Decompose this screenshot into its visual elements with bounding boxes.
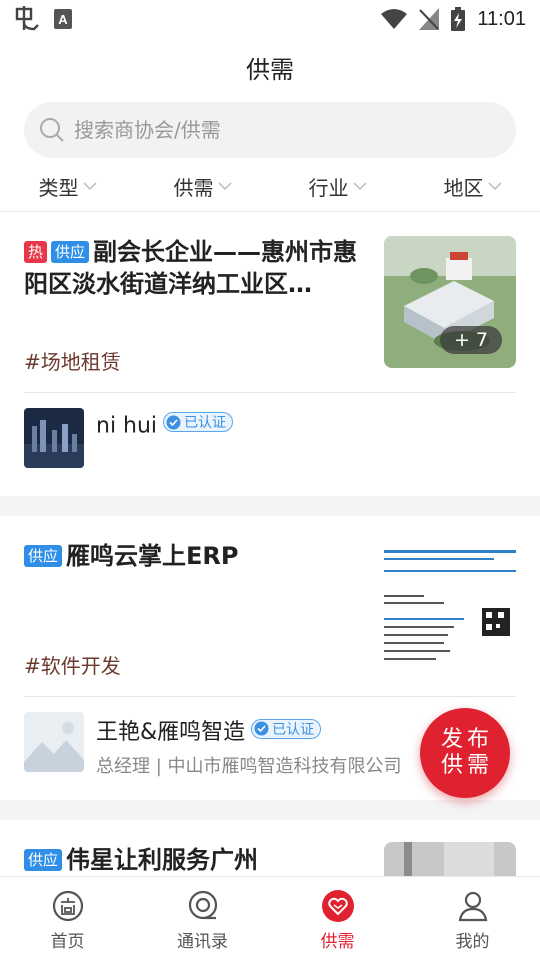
post-title[interactable]: 热供应 副会长企业——惠州市惠阳区淡水街道洋纳工业区… bbox=[24, 236, 364, 300]
business-card-image bbox=[384, 540, 516, 672]
search-icon bbox=[40, 118, 64, 142]
svg-text:A: A bbox=[58, 12, 68, 27]
post-title-text: 雁鸣云掌上ERP bbox=[66, 542, 239, 570]
filter-supply-demand-label: 供需 bbox=[173, 175, 214, 200]
filter-region-label: 地区 bbox=[443, 175, 484, 200]
post-title[interactable]: 供应 伟星让利服务广州 bbox=[24, 844, 364, 876]
card-gap bbox=[0, 496, 540, 516]
building-image bbox=[384, 842, 516, 876]
status-time: 11:01 bbox=[477, 7, 526, 30]
author-subtitle: 总经理 | 中山市雁鸣智造科技有限公司 bbox=[96, 756, 402, 777]
bottom-nav: 首页 通讯录 供需 我的 bbox=[0, 876, 540, 960]
check-badge-icon bbox=[254, 721, 269, 736]
card-gap bbox=[0, 800, 540, 820]
filter-supply-demand[interactable]: 供需 bbox=[135, 168, 270, 204]
nav-contacts-label: 通讯录 bbox=[177, 932, 228, 952]
post-title-text: 伟星让利服务广州 bbox=[66, 846, 259, 874]
image-count-badge: + 7 bbox=[439, 326, 502, 354]
author-name-text: ni hui bbox=[96, 413, 158, 439]
wifi-icon bbox=[381, 9, 408, 29]
post-thumbnail[interactable] bbox=[384, 540, 516, 672]
supply-tag: 供应 bbox=[24, 545, 63, 567]
nav-profile-label: 我的 bbox=[455, 932, 490, 952]
avatar[interactable] bbox=[24, 712, 84, 772]
filter-type-label: 类型 bbox=[38, 175, 79, 200]
filter-region[interactable]: 地区 bbox=[405, 168, 540, 204]
home-icon bbox=[52, 890, 83, 922]
chevron-down-icon bbox=[82, 182, 97, 191]
publish-supply-demand-button[interactable]: 发布 供需 bbox=[420, 708, 510, 798]
filter-industry[interactable]: 行业 bbox=[270, 168, 405, 204]
profile-icon bbox=[458, 891, 487, 922]
card-divider bbox=[24, 696, 516, 697]
hot-tag: 热 bbox=[24, 241, 48, 263]
post-hashtag[interactable]: #软件开发 bbox=[24, 650, 121, 679]
filter-type[interactable]: 类型 bbox=[0, 168, 135, 204]
verified-badge: 已认证 bbox=[251, 718, 322, 739]
contacts-icon bbox=[188, 890, 217, 920]
nav-contacts[interactable]: 通讯录 bbox=[135, 877, 270, 960]
nav-home[interactable]: 首页 bbox=[0, 877, 135, 960]
filter-industry-label: 行业 bbox=[308, 175, 349, 200]
verified-label: 已认证 bbox=[184, 415, 227, 431]
chevron-down-icon bbox=[217, 182, 232, 191]
post-title[interactable]: 供应 雁鸣云掌上ERP bbox=[24, 540, 364, 572]
chevron-down-icon bbox=[487, 182, 502, 191]
supply-tag: 供应 bbox=[24, 849, 63, 871]
nav-supply-demand[interactable]: 供需 bbox=[270, 877, 405, 960]
avatar[interactable] bbox=[24, 408, 84, 468]
fab-line2: 供需 bbox=[440, 753, 493, 778]
verified-badge: 已认证 bbox=[163, 412, 234, 432]
battery-charging-icon bbox=[451, 7, 466, 31]
post-card[interactable]: 热供应 副会长企业——惠州市惠阳区淡水街道洋纳工业区… + 7 #场地租赁 ni… bbox=[0, 212, 540, 496]
post-card[interactable]: 供应 伟星让利服务广州 bbox=[0, 820, 540, 876]
fab-line1: 发布 bbox=[440, 727, 493, 752]
author-name-text: 王艳&雁鸣智造 bbox=[96, 720, 246, 745]
nav-profile[interactable]: 我的 bbox=[405, 877, 540, 960]
status-bar: A 11:01 bbox=[0, 0, 540, 38]
page-title: 供需 bbox=[246, 56, 294, 84]
author-name[interactable]: 王艳&雁鸣智造 已认证 bbox=[96, 714, 322, 746]
chevron-down-icon bbox=[352, 182, 367, 191]
search-bar[interactable] bbox=[24, 102, 516, 158]
post-hashtag[interactable]: #场地租赁 bbox=[24, 346, 121, 375]
nav-home-label: 首页 bbox=[50, 932, 85, 952]
filter-bar: 类型 供需 行业 地区 bbox=[0, 168, 540, 204]
search-input[interactable] bbox=[74, 118, 474, 142]
post-thumbnail[interactable] bbox=[384, 842, 516, 876]
card-divider bbox=[24, 392, 516, 393]
heart-icon bbox=[321, 890, 354, 922]
verified-label: 已认证 bbox=[272, 721, 315, 738]
nav-supply-demand-label: 供需 bbox=[320, 932, 355, 952]
a-notification-icon: A bbox=[54, 9, 72, 29]
post-thumbnail[interactable]: + 7 bbox=[384, 236, 516, 368]
supply-tag: 供应 bbox=[51, 241, 90, 263]
app-notification-icon bbox=[15, 6, 39, 31]
check-badge-icon bbox=[166, 415, 181, 429]
no-signal-icon bbox=[419, 8, 440, 30]
author-name[interactable]: ni hui 已认证 bbox=[96, 412, 234, 439]
